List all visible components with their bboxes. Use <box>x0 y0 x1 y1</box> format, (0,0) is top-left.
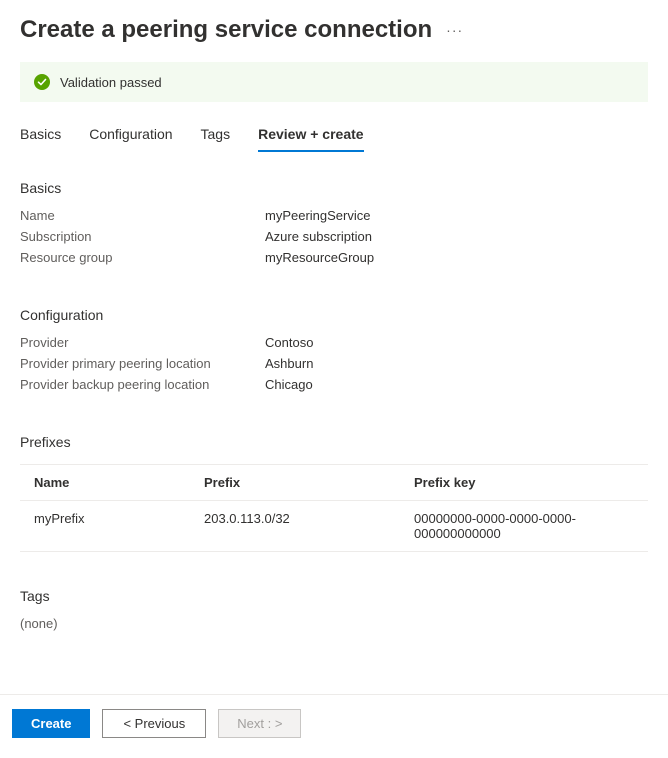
page-title: Create a peering service connection <box>20 16 432 44</box>
value-resource-group: myResourceGroup <box>265 250 374 265</box>
tab-basics[interactable]: Basics <box>20 120 61 152</box>
row-provider: Provider Contoso <box>20 335 648 350</box>
label-name: Name <box>20 208 265 223</box>
value-name: myPeeringService <box>265 208 371 223</box>
label-subscription: Subscription <box>20 229 265 244</box>
row-resource-group: Resource group myResourceGroup <box>20 250 648 265</box>
section-prefixes-title: Prefixes <box>20 434 648 450</box>
validation-banner: Validation passed <box>20 62 648 102</box>
check-circle-icon <box>34 74 50 90</box>
row-provider-backup: Provider backup peering location Chicago <box>20 377 648 392</box>
col-header-name: Name <box>34 475 204 490</box>
tags-none: (none) <box>20 616 648 631</box>
cell-prefix: 203.0.113.0/32 <box>204 511 414 541</box>
footer: Create < Previous Next : > <box>0 694 668 758</box>
label-provider-primary: Provider primary peering location <box>20 356 265 371</box>
section-configuration-title: Configuration <box>20 307 648 323</box>
create-button[interactable]: Create <box>12 709 90 738</box>
table-header: Name Prefix Prefix key <box>20 465 648 501</box>
cell-key: 00000000-0000-0000-0000-000000000000 <box>414 511 634 541</box>
page-header: Create a peering service connection ··· <box>0 0 668 54</box>
cell-name: myPrefix <box>34 511 204 541</box>
tab-tags[interactable]: Tags <box>201 120 231 152</box>
more-icon[interactable]: ··· <box>446 22 463 38</box>
value-provider-backup: Chicago <box>265 377 313 392</box>
previous-button[interactable]: < Previous <box>102 709 206 738</box>
value-subscription: Azure subscription <box>265 229 372 244</box>
value-provider-primary: Ashburn <box>265 356 313 371</box>
value-provider: Contoso <box>265 335 313 350</box>
label-provider-backup: Provider backup peering location <box>20 377 265 392</box>
validation-message: Validation passed <box>60 75 162 90</box>
table-row: myPrefix 203.0.113.0/32 00000000-0000-00… <box>20 501 648 551</box>
col-header-prefix: Prefix <box>204 475 414 490</box>
section-tags-title: Tags <box>20 588 648 604</box>
tabs: Basics Configuration Tags Review + creat… <box>0 120 668 152</box>
label-provider: Provider <box>20 335 265 350</box>
tab-configuration[interactable]: Configuration <box>89 120 172 152</box>
next-button: Next : > <box>218 709 301 738</box>
col-header-key: Prefix key <box>414 475 634 490</box>
row-subscription: Subscription Azure subscription <box>20 229 648 244</box>
row-name: Name myPeeringService <box>20 208 648 223</box>
prefixes-table: Name Prefix Prefix key myPrefix 203.0.11… <box>20 464 648 552</box>
label-resource-group: Resource group <box>20 250 265 265</box>
review-content: Basics Name myPeeringService Subscriptio… <box>0 180 668 631</box>
section-basics-title: Basics <box>20 180 648 196</box>
row-provider-primary: Provider primary peering location Ashbur… <box>20 356 648 371</box>
tab-review-create[interactable]: Review + create <box>258 120 363 152</box>
